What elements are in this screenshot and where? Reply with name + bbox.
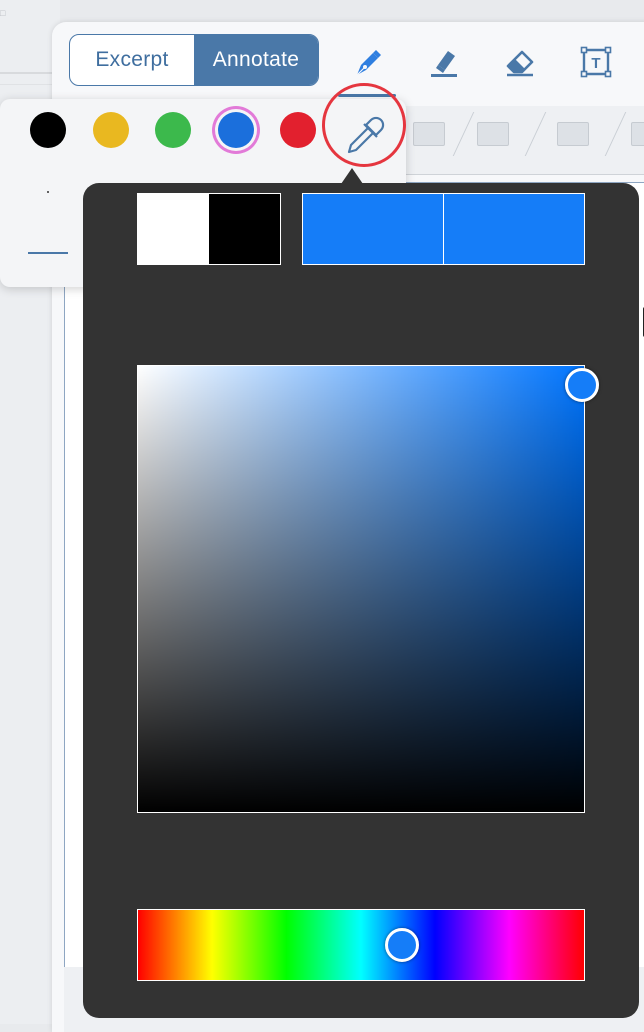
- tab-thumbnail[interactable]: [631, 122, 644, 146]
- stroke-size-indicator[interactable]: [28, 252, 68, 254]
- color-swatch-yellow[interactable]: [93, 112, 129, 148]
- color-picker-popover: [83, 183, 639, 1018]
- tab-separator: [452, 112, 475, 156]
- excerpt-mode-button[interactable]: Excerpt: [70, 35, 194, 85]
- document-tab-strip[interactable]: [405, 106, 644, 175]
- brightness-gradient: [138, 366, 584, 812]
- text-box-icon: T: [580, 46, 612, 78]
- color-swatch-red[interactable]: [280, 112, 316, 148]
- eraser-icon: [506, 50, 534, 77]
- mode-segmented-control[interactable]: Excerpt Annotate: [69, 34, 319, 86]
- text-box-tool-button[interactable]: T: [576, 42, 616, 82]
- color-swatch-black[interactable]: [30, 112, 66, 148]
- color-selection-handle[interactable]: [565, 368, 599, 403]
- preset-color-white[interactable]: [138, 194, 209, 264]
- tab-thumbnail[interactable]: [413, 122, 445, 146]
- color-swatch-green[interactable]: [155, 112, 191, 148]
- pen-icon: [356, 50, 381, 76]
- background-divider: [0, 72, 52, 74]
- tab-thumbnail[interactable]: [477, 122, 509, 146]
- annotate-mode-button[interactable]: Annotate: [194, 35, 318, 85]
- color-swatch-blue[interactable]: [218, 112, 254, 148]
- saturation-brightness-field[interactable]: [137, 365, 599, 813]
- preset-colors: [137, 193, 281, 265]
- tab-thumbnail[interactable]: [557, 122, 589, 146]
- current-color-preview: [302, 193, 585, 265]
- highlighter-tool-button[interactable]: [424, 42, 464, 82]
- hue-slider[interactable]: [137, 909, 585, 981]
- eyedropper-highlight-ring: [322, 83, 406, 167]
- preset-color-black[interactable]: [209, 194, 280, 264]
- hue-slider-handle[interactable]: [385, 928, 420, 962]
- current-color-swatch[interactable]: [303, 194, 443, 264]
- pen-tool-button[interactable]: [348, 42, 388, 82]
- svg-text:T: T: [591, 55, 600, 72]
- new-color-swatch[interactable]: [443, 194, 584, 264]
- highlighter-icon: [431, 51, 457, 77]
- picker-arrow: [341, 168, 363, 184]
- tab-separator: [604, 112, 627, 156]
- tab-separator: [524, 112, 547, 156]
- stroke-size-preview[interactable]: [47, 191, 49, 193]
- eraser-tool-button[interactable]: [500, 42, 540, 82]
- background-divider: [0, 84, 52, 85]
- window-corner-icon: □: [0, 8, 6, 18]
